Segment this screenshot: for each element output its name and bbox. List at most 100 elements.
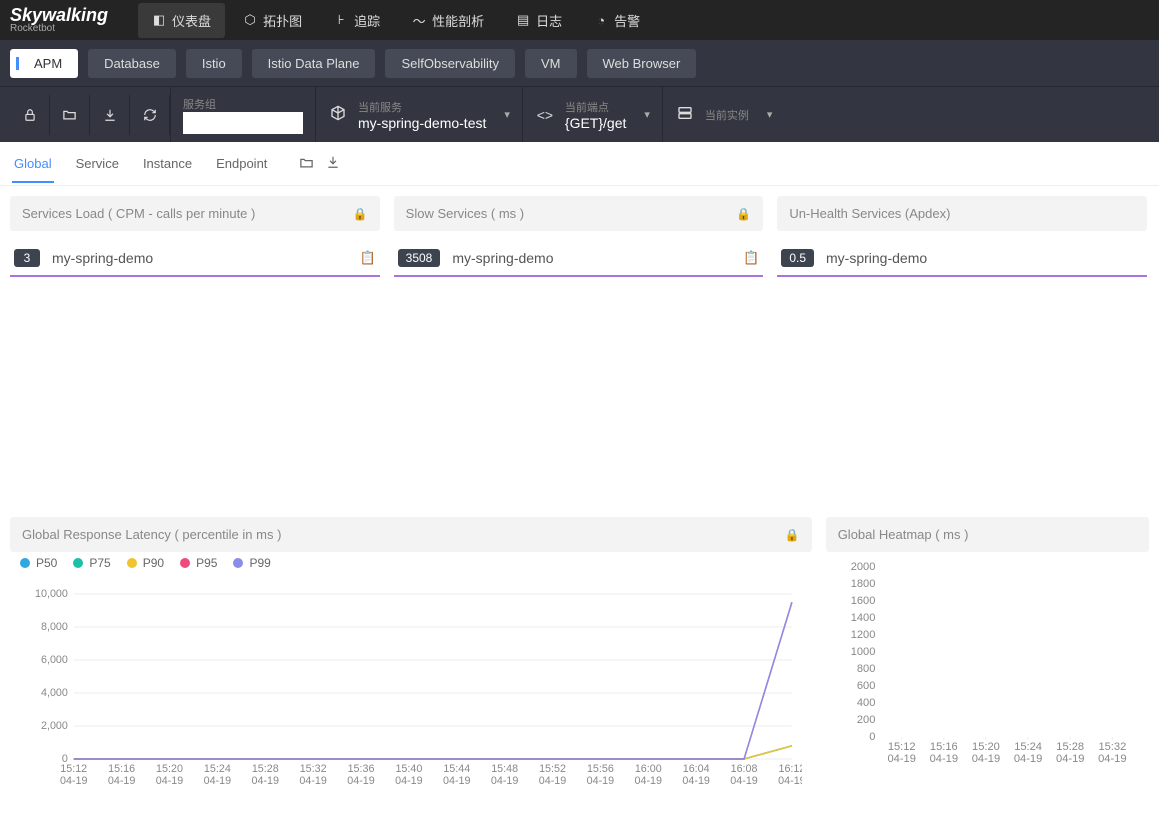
server-icon (675, 105, 695, 124)
svg-text:04-19: 04-19 (1056, 753, 1084, 765)
svg-text:04-19: 04-19 (587, 775, 614, 787)
svg-text:16:12: 16:12 (778, 763, 801, 775)
lock-icon (23, 108, 37, 122)
heatmap-chart: 020040060080010001200140016001800200015:… (836, 562, 1139, 772)
legend-dot (233, 558, 243, 568)
tab-bar: APM Database Istio Istio Data Plane Self… (0, 40, 1159, 86)
metric-row: 3 my-spring-demo 📋 (10, 241, 380, 277)
svg-text:0: 0 (869, 731, 875, 743)
nav-dashboard[interactable]: ◧ 仪表盘 (138, 3, 225, 38)
download-action[interactable] (326, 155, 340, 173)
tab-webbrowser[interactable]: Web Browser (587, 49, 697, 78)
selector-service[interactable]: 当前服务 my-spring-demo-test ▾ (315, 87, 522, 142)
panel-header: Un-Health Services (Apdex) (777, 196, 1147, 231)
panel-header: Global Heatmap ( ms ) (826, 517, 1149, 552)
subtab-label: Endpoint (216, 156, 267, 171)
service-group-input[interactable] (183, 112, 303, 134)
folder-action[interactable] (299, 155, 314, 173)
tab-istio-data-plane[interactable]: Istio Data Plane (252, 49, 376, 78)
panel-latency: Global Response Latency ( percentile in … (10, 517, 812, 824)
lock-button[interactable] (10, 95, 50, 135)
subtab-instance[interactable]: Instance (141, 144, 194, 183)
tab-istio[interactable]: Istio (186, 49, 242, 78)
svg-text:04-19: 04-19 (1014, 753, 1042, 765)
logo-main: Skywalking (10, 7, 108, 23)
panel-slow-services: Slow Services ( ms ) 🔒 3508 my-spring-de… (394, 196, 764, 287)
svg-text:04-19: 04-19 (778, 775, 801, 787)
nav-label: 拓扑图 (263, 11, 302, 30)
subtab-global[interactable]: Global (12, 144, 54, 183)
import-button[interactable] (90, 95, 130, 135)
metric-row: 0.5 my-spring-demo (777, 241, 1147, 277)
legend-label: P99 (249, 556, 270, 570)
nav-log[interactable]: ▤ 日志 (502, 3, 576, 38)
tab-vm[interactable]: VM (525, 49, 577, 78)
selector-value: my-spring-demo-test (358, 115, 486, 131)
chart-container: 02,0004,0006,0008,00010,00015:1204-1915:… (10, 574, 812, 824)
log-icon: ▤ (516, 13, 530, 27)
cube-icon (328, 105, 348, 124)
metric-value: 3 (14, 249, 40, 267)
nav-trace[interactable]: ⊦ 追踪 (320, 3, 394, 38)
latency-chart: 02,0004,0006,0008,00010,00015:1204-1915:… (20, 584, 802, 794)
svg-text:200: 200 (857, 714, 876, 726)
nav-label: 性能剖析 (432, 11, 484, 30)
nav-label: 日志 (536, 11, 562, 30)
legend-item[interactable]: P99 (233, 556, 270, 570)
svg-text:15:28: 15:28 (1056, 741, 1084, 753)
tab-apm[interactable]: APM (10, 49, 78, 78)
clipboard-icon[interactable]: 📋 (359, 250, 375, 266)
tab-selfobservability[interactable]: SelfObservability (385, 49, 515, 78)
folder-button[interactable] (50, 95, 90, 135)
tab-label: APM (34, 56, 62, 71)
legend-label: P95 (196, 556, 217, 570)
selector-instance[interactable]: 当前实例 ▾ (662, 87, 785, 142)
subtab-endpoint[interactable]: Endpoint (214, 144, 269, 183)
lock-icon[interactable]: 🔒 (353, 207, 368, 221)
svg-text:04-19: 04-19 (929, 753, 957, 765)
legend-item[interactable]: P90 (127, 556, 164, 570)
dashboard: Services Load ( CPM - calls per minute )… (0, 186, 1159, 834)
subtab-service[interactable]: Service (74, 144, 121, 183)
panel-header: Global Response Latency ( percentile in … (10, 517, 812, 552)
chevron-down-icon[interactable]: ▾ (644, 108, 650, 121)
svg-text:04-19: 04-19 (156, 775, 183, 787)
chevron-down-icon[interactable]: ▾ (504, 108, 510, 121)
panel-title: Un-Health Services (Apdex) (789, 206, 950, 221)
svg-text:04-19: 04-19 (108, 775, 135, 787)
selector-endpoint[interactable]: <> 当前端点 {GET}/get ▾ (522, 87, 662, 142)
tab-database[interactable]: Database (88, 49, 176, 78)
svg-text:15:12: 15:12 (60, 763, 87, 775)
svg-text:15:28: 15:28 (252, 763, 279, 775)
tab-label: Istio Data Plane (268, 56, 360, 71)
lock-icon[interactable]: 🔒 (785, 528, 800, 542)
nav-profile[interactable]: 〜 性能剖析 (398, 3, 498, 38)
lock-icon[interactable]: 🔒 (736, 207, 751, 221)
top-nav: Skywalking Rocketbot ◧ 仪表盘 ⬡ 拓扑图 ⊦ 追踪 〜 … (0, 0, 1159, 40)
folder-icon (62, 107, 77, 122)
alarm-icon: ◔ (594, 13, 608, 27)
legend-item[interactable]: P95 (180, 556, 217, 570)
svg-text:15:40: 15:40 (395, 763, 422, 775)
profile-icon: 〜 (412, 13, 426, 27)
legend-dot (73, 558, 83, 568)
selector-label: 当前端点 (565, 99, 626, 115)
nav-topology[interactable]: ⬡ 拓扑图 (229, 3, 316, 38)
clipboard-icon[interactable]: 📋 (743, 250, 759, 266)
svg-text:04-19: 04-19 (635, 775, 662, 787)
svg-text:04-19: 04-19 (1098, 753, 1126, 765)
svg-text:04-19: 04-19 (539, 775, 566, 787)
nav-alarm[interactable]: ◔ 告警 (580, 3, 654, 38)
panel-title: Slow Services ( ms ) (406, 206, 524, 221)
tab-label: Database (104, 56, 160, 71)
svg-text:04-19: 04-19 (204, 775, 231, 787)
refresh-button[interactable] (130, 95, 170, 135)
svg-text:8,000: 8,000 (41, 621, 68, 633)
panel-title: Global Response Latency ( percentile in … (22, 527, 281, 542)
legend-item[interactable]: P75 (73, 556, 110, 570)
selector-service-group[interactable]: 服务组 (170, 87, 315, 142)
metric-value: 3508 (398, 249, 441, 267)
legend-item[interactable]: P50 (20, 556, 57, 570)
svg-text:400: 400 (857, 697, 876, 709)
chevron-down-icon[interactable]: ▾ (767, 108, 773, 121)
